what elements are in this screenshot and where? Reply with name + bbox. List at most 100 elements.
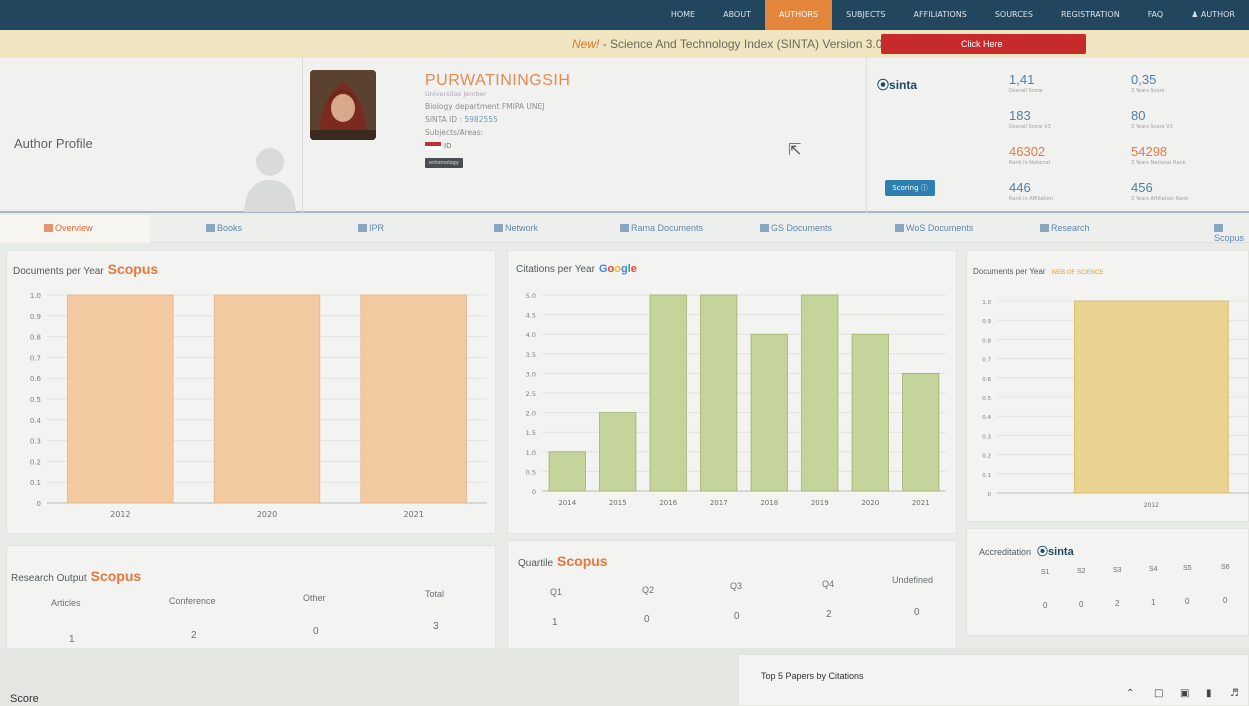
stat-value: 456: [1131, 180, 1153, 195]
tab-ipr[interactable]: IPR: [358, 223, 384, 233]
volume-icon[interactable]: ♬: [1230, 688, 1239, 699]
stat-label: 3 Years National Rank: [1131, 160, 1186, 166]
research-icon: [1040, 224, 1049, 232]
citations-chart: 0 0.5 1.0 1.5 2.0 2.5 3.0 3.5 4.0 4.5 5.0 2014 2015 2…: [526, 292, 946, 507]
sinta-logo-text: sinta: [1048, 546, 1074, 558]
y-tick-label: 0.3: [30, 438, 41, 446]
x-tick-label: 2015: [609, 499, 627, 507]
wos-documents-panel: Documents per Year WEB OF SCIENCE 0 0.1 0.2…: [966, 250, 1249, 522]
scopus-documents-panel: Documents per Year Scopus 0 0.1 0.2 0.3 0.4 0.…: [6, 250, 496, 534]
author-photo: [310, 70, 376, 140]
nav-about[interactable]: ABOUT: [709, 0, 765, 30]
value-s6: 0: [1223, 596, 1228, 605]
author-university[interactable]: Universitas Jember: [425, 90, 486, 98]
nav-home[interactable]: HOME: [657, 0, 709, 30]
nav-faq[interactable]: FAQ: [1134, 0, 1178, 30]
stat-value: 80: [1131, 108, 1146, 123]
scopus-logo: Scopus: [557, 553, 608, 569]
col-s5: S5: [1183, 565, 1192, 572]
nav-sources[interactable]: SOURCES: [981, 0, 1047, 30]
network-icon: [494, 224, 503, 232]
bar[interactable]: [67, 294, 174, 504]
battery-icon[interactable]: ▮: [1206, 688, 1212, 699]
main-nav: HOME ABOUT AUTHORS SUBJECTS AFFILIATIONS…: [657, 0, 1249, 30]
nav-author-account[interactable]: ♟ AUTHOR: [1177, 0, 1249, 30]
tab-scopus[interactable]: Scopus: [1214, 223, 1249, 243]
stat-value: 446: [1009, 180, 1031, 195]
info-icon: ⓘ: [920, 184, 928, 192]
bar[interactable]: [599, 412, 637, 492]
col-s1: S1: [1041, 569, 1050, 576]
tab-label: Books: [217, 223, 243, 233]
col-total: Total: [425, 589, 445, 599]
col-s6: S6: [1221, 564, 1230, 571]
author-name[interactable]: PURWATININGSIH: [425, 72, 570, 90]
x-tick-label: 2020: [257, 510, 277, 519]
system-tray: ⌃ □ ▣ ▮ ♬: [990, 686, 1249, 706]
stat-value: 0,35: [1131, 72, 1157, 87]
stat-3yr-score-v3: 80 3 Years Score V3: [1131, 108, 1173, 130]
tab-wos-documents[interactable]: WoS Documents: [895, 223, 973, 233]
bar[interactable]: [801, 294, 839, 492]
y-tick-label: 2.0: [526, 410, 536, 418]
display-icon[interactable]: ▣: [1180, 688, 1189, 699]
scopus-documents-chart: 0 0.1 0.2 0.3 0.4 0.5 0.6 0.7 0.8 0.9 1.0 2012 2020 2…: [30, 292, 487, 519]
y-tick-label: 0.8: [982, 338, 991, 344]
announcement-bar: New! - Science And Technology Index (SIN…: [0, 30, 1249, 58]
top-navbar: HOME ABOUT AUTHORS SUBJECTS AFFILIATIONS…: [0, 0, 1249, 30]
x-tick-label: 2021: [912, 499, 930, 507]
nav-registration[interactable]: REGISTRATION: [1047, 0, 1134, 30]
y-tick-label: 1.0: [30, 292, 41, 300]
col-undefined: Undefined: [892, 575, 934, 585]
nav-affiliations[interactable]: AFFILIATIONS: [900, 0, 981, 30]
sinta-score-panel: ⦿sinta Scoring ⓘ 1,41 Overall Score 0,35 3…: [866, 58, 1249, 213]
tab-overview[interactable]: Overview: [44, 223, 93, 233]
value-conference: 2: [191, 630, 197, 641]
col-conference: Conference: [169, 596, 216, 606]
accreditation-title: Accreditation: [979, 547, 1032, 557]
y-tick-label: 0.5: [30, 396, 41, 404]
announcement-message: - Science And Technology Index (SINTA) V…: [599, 37, 883, 51]
chevron-up-icon[interactable]: ⌃: [1126, 688, 1134, 699]
sinta-id-value: 5982555: [464, 115, 498, 124]
col-s4: S4: [1149, 566, 1158, 573]
nav-authors[interactable]: AUTHORS: [764, 0, 833, 30]
bar[interactable]: [360, 294, 467, 504]
bar[interactable]: [1073, 300, 1229, 494]
stat-overall-score: 1,41 Overall Score: [1009, 72, 1042, 94]
bar[interactable]: [649, 294, 687, 492]
subject-tag[interactable]: entomology: [425, 158, 463, 168]
y-tick-label: 3.5: [526, 351, 536, 359]
network-icon[interactable]: □: [1154, 688, 1163, 699]
value-s4: 1: [1151, 598, 1156, 607]
nav-subjects[interactable]: SUBJECTS: [832, 0, 899, 30]
document-icon: [620, 224, 629, 232]
bar[interactable]: [548, 451, 586, 492]
tab-gs-documents[interactable]: GS Documents: [760, 223, 832, 233]
bar[interactable]: [750, 333, 788, 492]
value-undefined: 0: [914, 607, 920, 618]
tab-network[interactable]: Network: [494, 223, 538, 233]
tab-label: Network: [505, 223, 539, 233]
bar[interactable]: [700, 294, 738, 492]
x-tick-label: 2017: [710, 499, 728, 507]
value-s1: 0: [1043, 601, 1048, 610]
tab-books[interactable]: Books: [206, 223, 242, 233]
sinta-id-label: SINTA ID :: [425, 115, 465, 124]
x-tick-label: 2014: [558, 499, 576, 507]
bar[interactable]: [213, 294, 321, 504]
stat-3yr-national-rank: 54298 3 Years National Rank: [1131, 144, 1185, 166]
bar[interactable]: [902, 373, 940, 492]
tab-research[interactable]: Research: [1040, 223, 1090, 233]
scoring-button[interactable]: Scoring ⓘ: [885, 180, 935, 196]
tab-label: Overview: [55, 223, 93, 233]
author-profile-label: Author Profile: [14, 136, 93, 151]
bar[interactable]: [851, 333, 889, 492]
scopus-logo: Scopus: [90, 568, 142, 584]
stat-label: Overall Score: [1009, 88, 1043, 94]
value-q3: 0: [734, 611, 740, 622]
tab-label: IPR: [369, 223, 385, 233]
click-here-button[interactable]: Click Here: [881, 34, 1086, 54]
tab-rama-documents[interactable]: Rama Documents: [620, 223, 703, 233]
divider: [302, 58, 303, 213]
